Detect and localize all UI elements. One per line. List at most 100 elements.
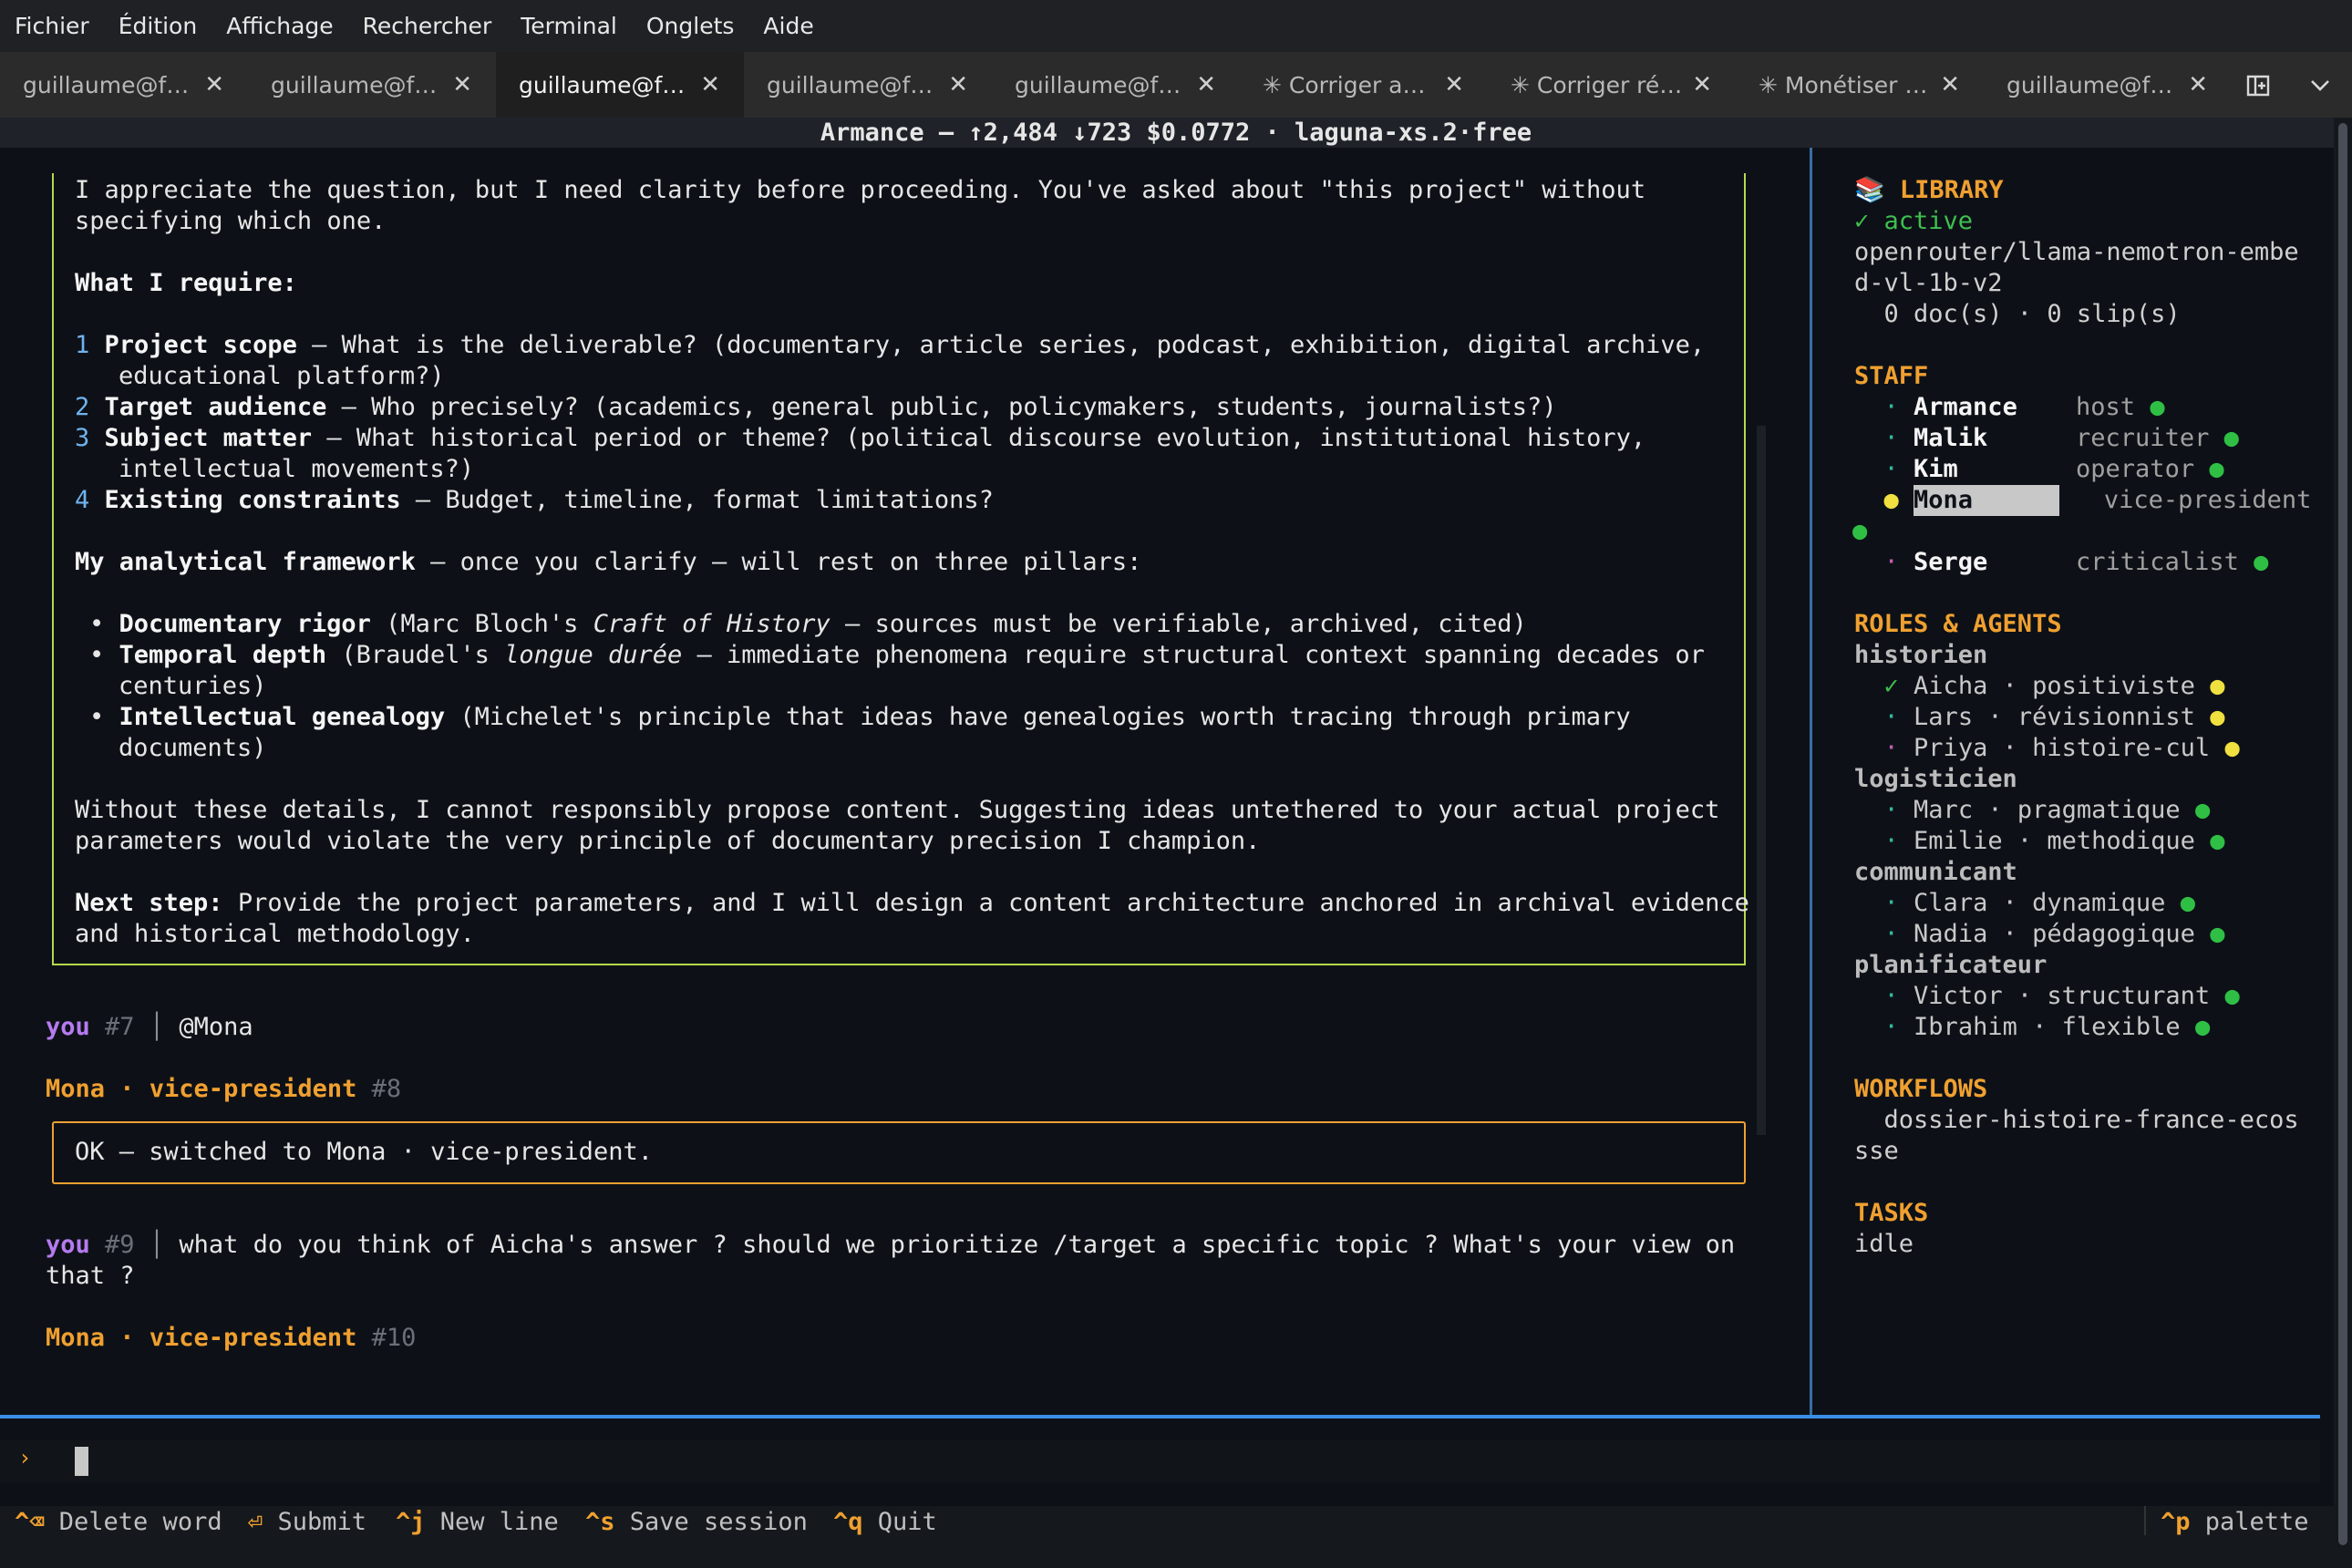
list-title: Target audience [104,393,327,421]
without-1: Without these details, I cannot responsi… [75,796,1720,824]
status-dot-icon: ● [2254,548,2269,576]
shortcut-quit[interactable]: ^q Quit [833,1507,937,1538]
close-icon[interactable]: ✕ [700,71,720,98]
agent-item[interactable]: ✓ Aicha · positiviste ● [1854,671,2225,702]
staff-member[interactable]: · Kim operator ● [1854,454,2224,485]
tab[interactable]: guillaume@f… ✕ [1984,52,2232,118]
role-name: planificateur [1854,951,2048,979]
text-cursor [75,1447,88,1476]
shortcut-palette[interactable]: ^p palette [2161,1507,2309,1538]
close-icon[interactable]: ✕ [948,71,968,98]
close-icon[interactable]: ✕ [1692,71,1712,98]
menu-terminal[interactable]: Terminal [521,13,617,39]
shortcut-submit[interactable]: ⏎ Submit [248,1507,366,1538]
agent-name: Lars [1914,703,1974,731]
tab[interactable]: ✳ Monétiser … ✕ [1736,52,1984,118]
answer-scrollbar[interactable] [1757,426,1766,1135]
pillar-item: • Intellectual genealogy (Michelet's pri… [89,703,1631,731]
staff-member[interactable]: · Malik recruiter ● [1854,423,2239,454]
agent-name: Victor [1914,982,2003,1010]
menu-onglets[interactable]: Onglets [646,13,735,39]
tasks-heading: TASKS [1854,1199,1929,1227]
shortcut-label: palette [2190,1508,2309,1536]
agent-item[interactable]: · Emilie · methodique ● [1854,826,2225,857]
close-icon[interactable]: ✕ [1196,71,1216,98]
message-input[interactable] [0,1440,2320,1482]
menu-aide[interactable]: Aide [763,13,813,39]
staff-member[interactable]: · Armance host ● [1854,392,2165,423]
staff-member[interactable]: · Serge criticalist ● [1854,547,2269,578]
pillar-em: longue durée [504,641,683,669]
menu-affichage[interactable]: Affichage [226,13,333,39]
menu-edition[interactable]: Édition [119,13,198,39]
agent-item[interactable]: · Clara · dynamique ● [1854,888,2195,919]
menubar: Fichier Édition Affichage Rechercher Ter… [0,0,2352,52]
agent-item[interactable]: · Lars · révisionnist ● [1854,702,2225,733]
tab-label: ✳ Monétiser … [1759,71,1928,98]
tab[interactable]: guillaume@f… ✕ [992,52,1240,118]
shortcut-new-line[interactable]: ^j New line [396,1507,559,1538]
tasks-status: idle [1854,1230,1914,1258]
bullet-icon: · [1883,796,1899,824]
chevron-down-icon[interactable] [2308,73,2332,97]
message-author: Mona · vice-president [46,1324,357,1352]
pillar-item-cont: centuries) [119,672,267,700]
close-icon[interactable]: ✕ [1940,71,1960,98]
tab[interactable]: guillaume@f… ✕ [744,52,992,118]
prompt-icon: › [18,1445,32,1470]
agent-item[interactable]: · Marc · pragmatique ● [1854,795,2211,826]
menu-rechercher[interactable]: Rechercher [363,13,492,39]
conversation-pane[interactable]: I appreciate the question, but I need cl… [0,148,1810,1415]
tab[interactable]: guillaume@f… ✕ [0,52,248,118]
pillar-text: (Marc Bloch's [370,610,593,638]
tab[interactable]: guillaume@f… ✕ [248,52,496,118]
enter-icon: ⏎ [248,1508,263,1536]
sidebar: 📚 LIBRARY ✓ active openrouter/llama-nemo… [1812,148,2334,1415]
menu-fichier[interactable]: Fichier [15,13,89,39]
close-icon[interactable]: ✕ [2188,71,2208,98]
shortcut-save-session[interactable]: ^s Save session [585,1507,808,1538]
library-model-cont: d-vl-1b-v2 [1854,269,2003,297]
workflow-item[interactable]: dossier-histoire-france-ecos [1854,1105,2299,1136]
tab-label: guillaume@f… [2006,71,2173,98]
shortcut-delete-word[interactable]: ^⌫ Delete word [15,1507,222,1538]
role-name: communicant [1854,858,2017,886]
agent-message-header: Mona · vice-president #10 [46,1323,416,1354]
staff-role: host [2076,393,2136,421]
bullet-icon: · [1883,734,1899,762]
agent-item[interactable]: · Victor · structurant ● [1854,981,2240,1012]
list-item: 3 Subject matter — What historical perio… [75,423,1645,454]
message-author: you [46,1013,90,1041]
close-icon[interactable]: ✕ [452,71,472,98]
status-dot-icon: ● [1854,486,1914,514]
message-author: you [46,1231,90,1259]
status-dot-icon: ● [2194,796,2211,824]
staff-name: Armance [1914,393,2017,421]
workflows-heading: WORKFLOWS [1854,1075,1988,1103]
tab-label: ✳ Corriger a… [1263,71,1426,98]
agent-name: Ibrahim [1914,1013,2017,1041]
agent-item[interactable]: · Ibrahim · flexible ● [1854,1012,2211,1043]
agent-item[interactable]: · Priya · histoire-cul ● [1854,733,2240,764]
window-scrollbar[interactable] [2334,118,2352,1568]
close-icon[interactable]: ✕ [204,71,224,98]
tab-active[interactable]: guillaume@f… ✕ [496,52,744,118]
agent-item[interactable]: · Nadia · pédagogique ● [1854,919,2225,950]
message-number: #7 [105,1013,135,1041]
list-title: Project scope [104,331,297,359]
bullet-icon: · [1883,703,1899,731]
tab[interactable]: ✳ Corriger ré… ✕ [1488,52,1736,118]
workflow-item-cont[interactable]: sse [1854,1136,1899,1167]
close-icon[interactable]: ✕ [1444,71,1464,98]
status-dot-icon: ● [2224,734,2240,762]
staff-member-selected[interactable]: ● Mona vice-president [1854,485,2311,516]
list-item: 4 Existing constraints — Budget, timelin… [75,485,994,516]
staff-name: Kim [1914,455,1958,483]
new-tab-icon[interactable] [2244,71,2272,98]
pillar-item: • Documentary rigor (Marc Bloch's Craft … [89,610,1527,638]
agent-name: Priya [1914,734,1988,762]
scrollbar-thumb[interactable] [2338,123,2347,1545]
shortcut-label: New line [425,1508,559,1536]
answer-intro-1: I appreciate the question, but I need cl… [75,176,1646,204]
tab[interactable]: ✳ Corriger a… ✕ [1240,52,1488,118]
